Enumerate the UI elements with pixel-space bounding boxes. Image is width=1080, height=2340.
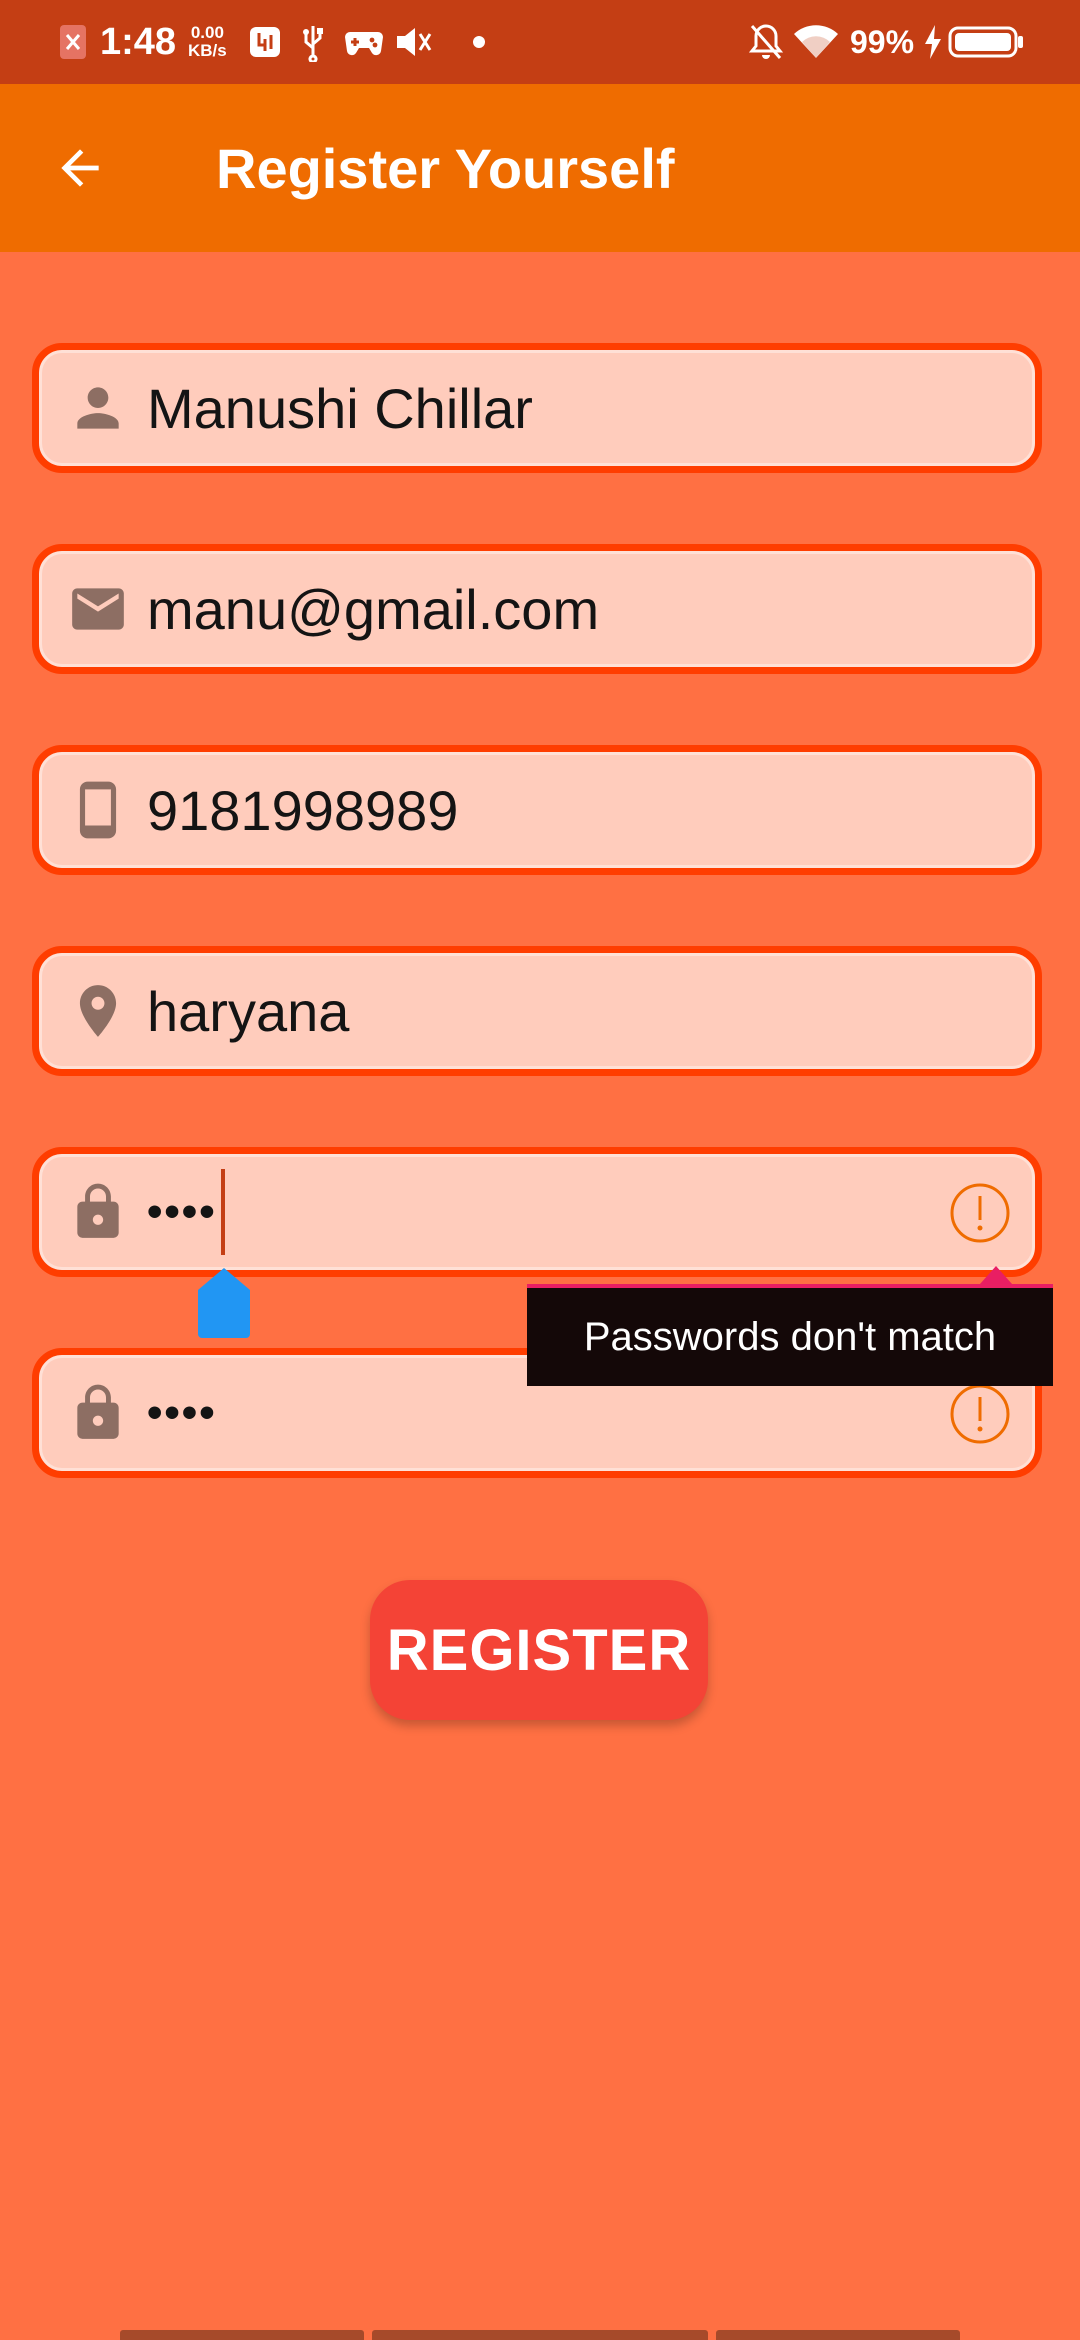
page-title: Register Yourself [216, 136, 675, 200]
battery-icon [948, 0, 1024, 84]
back-button[interactable] [40, 128, 120, 208]
error-tooltip: Passwords don't match [527, 1284, 1053, 1386]
net-speed: 0.00 KB/s [188, 0, 227, 84]
battery-percent: 99% [850, 23, 915, 60]
error-icon[interactable] [949, 1182, 1011, 1244]
confirm-password-dots: •••• [147, 1388, 217, 1437]
status-bar: 1:48 0.00 KB/s 99% [0, 0, 1080, 84]
volume-muted-icon [394, 0, 434, 84]
confirm-password-value: •••• [147, 1355, 217, 1471]
name-value: Manushi Chillar [147, 376, 533, 440]
location-pin-icon [79, 985, 117, 1037]
arrow-back-icon [61, 149, 99, 187]
usb-icon [298, 0, 328, 84]
net-speed-unit: KB/s [188, 41, 227, 60]
nav-hint-left [120, 2330, 364, 2340]
location-value: haryana [147, 979, 350, 1043]
email-value: manu@gmail.com [147, 577, 600, 641]
phone-field[interactable]: 9181998989 [32, 745, 1042, 875]
text-selection-handle[interactable] [196, 1266, 252, 1338]
email-field[interactable]: manu@gmail.com [32, 544, 1042, 674]
tooltip-caret [980, 1266, 1012, 1284]
notification-x-icon [58, 0, 88, 84]
phone-icon [79, 781, 117, 839]
nav-hint-center [372, 2330, 708, 2340]
person-icon [77, 387, 119, 429]
error-icon[interactable] [949, 1383, 1011, 1445]
email-icon [72, 588, 124, 630]
phone-value: 9181998989 [147, 778, 459, 842]
lock-icon [77, 1384, 119, 1439]
password-dots: •••• [147, 1187, 217, 1236]
net-speed-value: 0.00 [190, 23, 224, 42]
name-field[interactable]: Manushi Chillar [32, 343, 1042, 473]
lock-icon [77, 1183, 119, 1238]
password-value: •••• [147, 1154, 225, 1270]
data-saver-icon [248, 0, 282, 84]
charging-icon [922, 0, 944, 84]
text-cursor [220, 1169, 225, 1255]
game-controller-icon [344, 0, 384, 84]
location-field[interactable]: haryana [32, 946, 1042, 1076]
wifi-icon [792, 0, 840, 84]
register-button[interactable]: REGISTER [370, 1580, 708, 1720]
app-bar: Register Yourself [0, 84, 1080, 252]
dot-icon [472, 0, 486, 84]
password-field[interactable]: •••• [32, 1147, 1042, 1277]
nav-hint-right [716, 2330, 960, 2340]
status-time: 1:48 [100, 20, 177, 63]
bell-off-icon [748, 0, 784, 84]
